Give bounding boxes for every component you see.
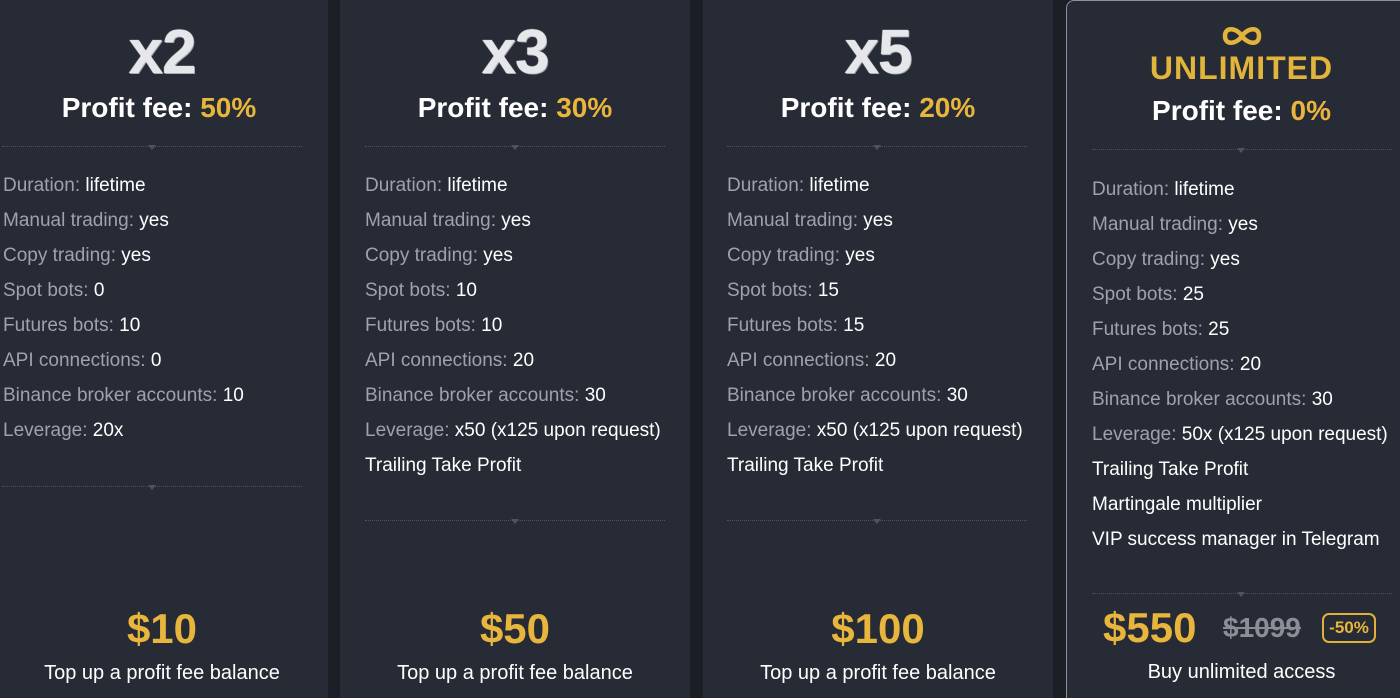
feature-item: Futures bots: 10 [365, 315, 503, 336]
feature-list: Duration: lifetime Manual trading: yes C… [727, 168, 1023, 483]
divider-arrow-icon [148, 485, 156, 490]
plan-multiplier: x2 [128, 18, 197, 87]
profit-fee-value: 20% [919, 92, 976, 123]
plan-price: $50 [479, 605, 551, 652]
plan-price: $100 [831, 605, 925, 652]
feature-item: Leverage: x50 (x125 upon request) [727, 420, 1023, 441]
divider-arrow-icon [873, 145, 881, 150]
divider-arrow-icon [1237, 592, 1245, 597]
feature-item: Trailing Take Profit [365, 455, 522, 476]
feature-item: Manual trading: yes [365, 210, 531, 231]
feature-item: Manual trading: yes [3, 210, 169, 231]
feature-list: Duration: lifetime Manual trading: yes C… [1092, 172, 1388, 557]
divider-arrow-icon [873, 519, 881, 524]
profit-fee-label: Profit fee: [61, 92, 193, 123]
feature-item: Leverage: 20x [3, 420, 124, 441]
feature-item: Trailing Take Profit [1092, 459, 1249, 480]
feature-item: Martingale multiplier [1092, 494, 1263, 515]
feature-item: Futures bots: 10 [3, 315, 141, 336]
profit-fee: Profit fee: 0% [1067, 95, 1400, 127]
top-up-button[interactable]: Top up a profit fee balance [0, 660, 328, 686]
feature-item: Leverage: 50x (x125 upon request) [1092, 424, 1388, 445]
feature-item: Duration: lifetime [3, 175, 146, 196]
feature-item: API connections: 20 [727, 350, 897, 371]
feature-item: Binance broker accounts: 10 [3, 385, 244, 406]
feature-item: Futures bots: 25 [1092, 319, 1230, 340]
plan-price: $550 [1103, 604, 1197, 651]
feature-item: VIP success manager in Telegram [1092, 529, 1380, 550]
profit-fee-value: 30% [556, 92, 613, 123]
feature-item: API connections: 20 [1092, 354, 1262, 375]
profit-fee: Profit fee: 30% [340, 92, 690, 124]
divider-arrow-icon [511, 145, 519, 150]
profit-fee-value: 0% [1290, 95, 1331, 126]
feature-item: Spot bots: 0 [3, 280, 105, 301]
feature-item: Duration: lifetime [1092, 179, 1235, 200]
feature-item: Manual trading: yes [727, 210, 893, 231]
feature-item: Manual trading: yes [1092, 214, 1258, 235]
plan-price: $10 [126, 605, 198, 652]
feature-list: Duration: lifetime Manual trading: yes C… [365, 168, 661, 483]
profit-fee: Profit fee: 50% [0, 92, 328, 124]
old-price: $1099 [1223, 612, 1301, 643]
feature-item: Copy trading: yes [1092, 249, 1240, 270]
feature-item: Leverage: x50 (x125 upon request) [365, 420, 661, 441]
plan-multiplier: x5 [844, 18, 913, 87]
pricing-plans: x2 Profit fee: 50% Duration: lifetime Ma… [0, 0, 1400, 698]
feature-item: Futures bots: 15 [727, 315, 865, 336]
feature-item: Trailing Take Profit [727, 455, 884, 476]
divider-arrow-icon [148, 145, 156, 150]
feature-item: Spot bots: 10 [365, 280, 477, 301]
top-up-button[interactable]: Top up a profit fee balance [703, 660, 1053, 686]
plan-multiplier: x3 [481, 18, 550, 87]
feature-item: Copy trading: yes [727, 245, 875, 266]
feature-item: Spot bots: 25 [1092, 284, 1204, 305]
feature-item: Binance broker accounts: 30 [365, 385, 606, 406]
profit-fee-value: 50% [200, 92, 257, 123]
feature-item: API connections: 20 [365, 350, 535, 371]
feature-item: Spot bots: 15 [727, 280, 839, 301]
top-up-button[interactable]: Top up a profit fee balance [340, 660, 690, 686]
divider-arrow-icon [1237, 148, 1245, 153]
feature-item: Copy trading: yes [365, 245, 513, 266]
feature-item: Duration: lifetime [727, 175, 870, 196]
plan-title: UNLIMITED [1149, 50, 1334, 86]
divider-arrow-icon [511, 519, 519, 524]
plan-card-x5: x5 Profit fee: 20% Duration: lifetime Ma… [703, 0, 1053, 698]
plan-card-x2: x2 Profit fee: 50% Duration: lifetime Ma… [0, 0, 328, 698]
discount-badge: -50% [1322, 613, 1376, 643]
feature-list: Duration: lifetime Manual trading: yes C… [3, 168, 244, 448]
profit-fee-label: Profit fee: [1152, 95, 1283, 126]
feature-item: Binance broker accounts: 30 [727, 385, 968, 406]
profit-fee-label: Profit fee: [417, 92, 549, 123]
feature-item: Copy trading: yes [3, 245, 151, 266]
feature-item: Binance broker accounts: 30 [1092, 389, 1333, 410]
plan-card-x3: x3 Profit fee: 30% Duration: lifetime Ma… [340, 0, 690, 698]
feature-item: Duration: lifetime [365, 175, 508, 196]
plan-card-unlimited: UNLIMITED Profit fee: 0% Duration: lifet… [1066, 0, 1400, 698]
buy-unlimited-button[interactable]: Buy unlimited access [1067, 659, 1400, 685]
profit-fee-label: Profit fee: [780, 92, 912, 123]
feature-item: API connections: 0 [3, 350, 162, 371]
profit-fee: Profit fee: 20% [703, 92, 1053, 124]
